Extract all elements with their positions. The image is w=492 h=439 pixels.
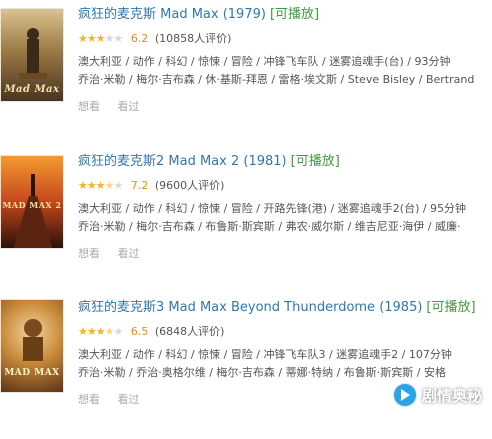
- movie-item: MAD MAX 疯狂的麦克斯3 Mad Max Beyond Thunderdo…: [0, 299, 492, 439]
- watched-button[interactable]: 看过: [118, 247, 140, 260]
- rating-row: ★★★★★ 6.2 (10858人评价): [78, 31, 231, 47]
- watched-button[interactable]: 看过: [118, 393, 140, 406]
- star-icon: ★: [86, 325, 97, 338]
- movie-poster[interactable]: MAD MAX 2: [0, 155, 64, 249]
- action-row: 想看 看过: [78, 245, 154, 261]
- rating-score: 6.5: [130, 325, 149, 338]
- star-rating: ★★★★★: [78, 31, 124, 47]
- rating-score: 7.2: [130, 179, 149, 192]
- play-icon: [393, 384, 416, 406]
- star-half-icon: ★: [104, 325, 115, 338]
- star-icon: ★: [86, 179, 97, 192]
- site-watermark: 剧情奥秘: [393, 381, 482, 409]
- poster-title: Mad Max: [4, 84, 60, 95]
- poster-figure-icon: [23, 319, 43, 361]
- star-icon: ★: [95, 325, 106, 338]
- watched-button[interactable]: 看过: [118, 100, 140, 113]
- star-icon: ★: [113, 32, 124, 45]
- movie-cast-line: 乔治·米勒 / 乔治·奥格尔维 / 梅尔·吉布森 / 蒂娜·特纳 / 布鲁斯·斯…: [78, 366, 446, 379]
- star-icon: ★: [95, 32, 106, 45]
- action-row: 想看 看过: [78, 391, 154, 407]
- movie-poster[interactable]: MAD MAX: [0, 299, 64, 393]
- want-to-watch-button[interactable]: 想看: [78, 247, 100, 260]
- rating-count: (10858人评价): [154, 32, 232, 45]
- star-icon: ★: [95, 179, 106, 192]
- star-icon: ★: [78, 32, 88, 45]
- poster-title: MAD MAX 2: [2, 200, 62, 210]
- rating-row: ★★★★★ 6.5 (6848人评价): [78, 324, 224, 340]
- movie-meta-line: 澳大利亚 / 动作 / 科幻 / 惊悚 / 冒险 / 冲锋飞车队 / 迷雾追魂手…: [78, 55, 451, 68]
- movie-item: Mad Max 疯狂的麦克斯 Mad Max (1979) [可播放] ★★★★★…: [0, 6, 492, 146]
- movie-meta-line: 澳大利亚 / 动作 / 科幻 / 惊悚 / 冒险 / 开路先锋(港) / 迷雾追…: [78, 202, 467, 215]
- star-icon: ★: [104, 32, 115, 45]
- star-icon: ★: [113, 325, 124, 338]
- star-icon: ★: [78, 325, 88, 338]
- movie-title-link[interactable]: 疯狂的麦克斯3 Mad Max Beyond Thunderdome (1985…: [78, 300, 422, 315]
- star-rating: ★★★★★: [78, 324, 124, 340]
- want-to-watch-button[interactable]: 想看: [78, 393, 100, 406]
- action-row: 想看 看过: [78, 98, 154, 114]
- rating-row: ★★★★★ 7.2 (9600人评价): [78, 178, 224, 194]
- star-rating: ★★★★★: [78, 178, 124, 194]
- rating-score: 6.2: [130, 32, 149, 45]
- star-icon: ★: [86, 32, 97, 45]
- playable-link[interactable]: [可播放]: [270, 7, 319, 22]
- rating-count: (6848人评价): [154, 325, 225, 338]
- rating-count: (9600人评价): [154, 179, 225, 192]
- movie-item: MAD MAX 2 疯狂的麦克斯2 Mad Max 2 (1981) [可播放] …: [0, 153, 492, 293]
- movie-meta-line: 澳大利亚 / 动作 / 科幻 / 惊悚 / 冒险 / 冲锋飞车队3 / 迷雾追魂…: [78, 348, 452, 361]
- title-row: 疯狂的麦克斯 Mad Max (1979) [可播放]: [78, 6, 319, 24]
- watermark-text: 剧情奥秘: [421, 386, 482, 405]
- title-row: 疯狂的麦克斯2 Mad Max 2 (1981) [可播放]: [78, 153, 340, 171]
- star-icon: ★: [113, 179, 124, 192]
- star-icon: ★: [78, 179, 88, 192]
- poster-title: MAD MAX: [4, 368, 60, 378]
- movie-title-link[interactable]: 疯狂的麦克斯 Mad Max (1979): [78, 7, 266, 22]
- playable-link[interactable]: [可播放]: [426, 300, 475, 315]
- playable-link[interactable]: [可播放]: [291, 154, 340, 169]
- star-half-icon: ★: [104, 179, 115, 192]
- title-row: 疯狂的麦克斯3 Mad Max Beyond Thunderdome (1985…: [78, 299, 476, 317]
- want-to-watch-button[interactable]: 想看: [78, 100, 100, 113]
- movie-cast-line: 乔治·米勒 / 梅尔·吉布森 / 布鲁斯·斯宾斯 / 弗农·威尔斯 / 维吉尼亚…: [78, 220, 461, 233]
- movie-poster[interactable]: Mad Max: [0, 8, 64, 102]
- movie-cast-line: 乔治·米勒 / 梅尔·吉布森 / 休·基斯-拜恩 / 雷格·埃文斯 / Stev…: [78, 73, 475, 86]
- movie-title-link[interactable]: 疯狂的麦克斯2 Mad Max 2 (1981): [78, 154, 287, 169]
